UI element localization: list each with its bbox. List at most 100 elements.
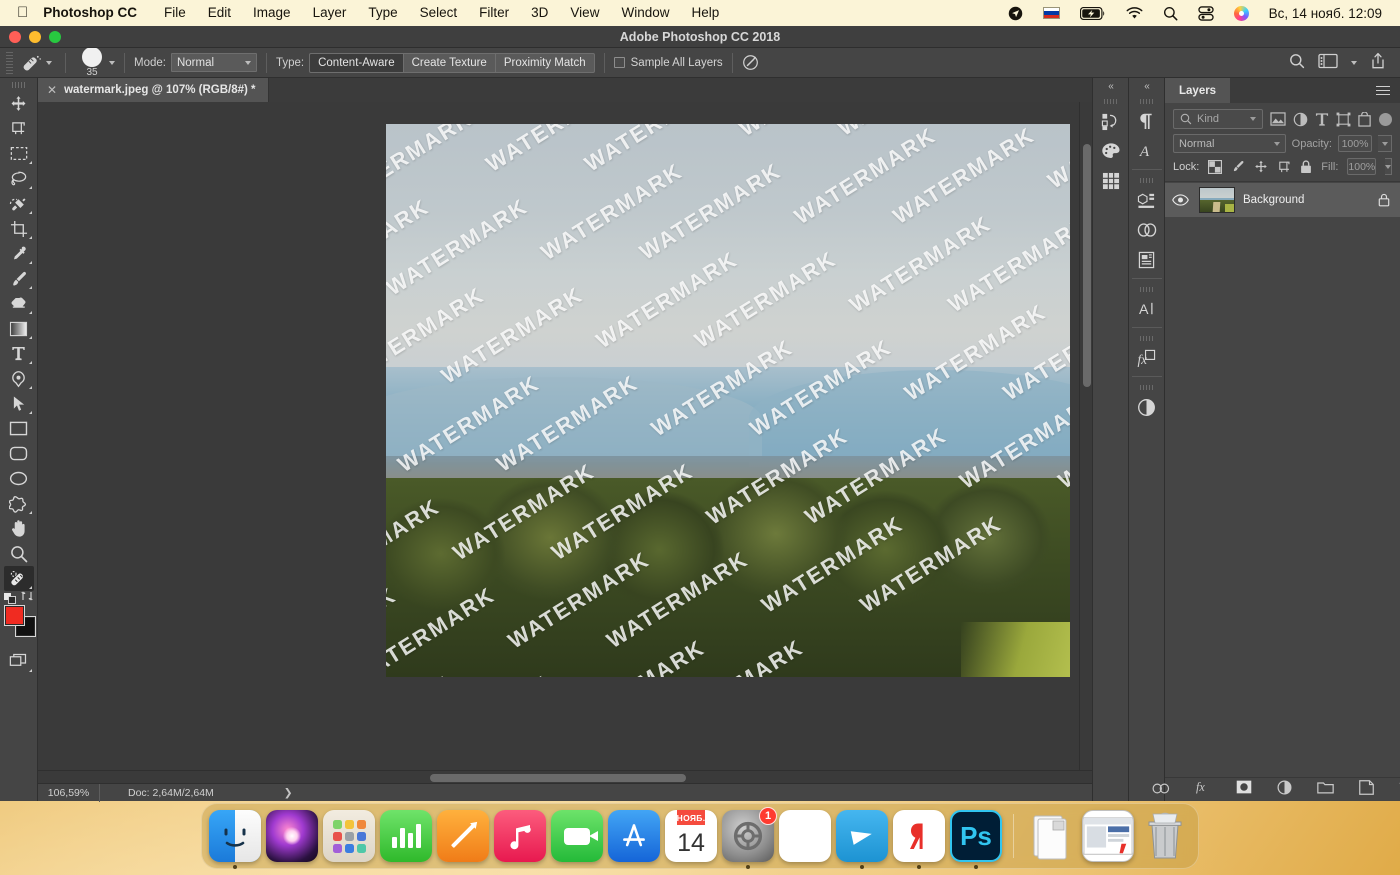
rail-grip[interactable] bbox=[1140, 99, 1153, 104]
rail-grip[interactable] bbox=[1140, 178, 1153, 183]
link-layers-icon[interactable] bbox=[1152, 781, 1170, 799]
spot-healing-brush-tool[interactable] bbox=[4, 566, 34, 591]
location-icon[interactable] bbox=[998, 0, 1033, 26]
shape-filter-icon[interactable] bbox=[1336, 112, 1351, 127]
dock-item-documents-stack[interactable] bbox=[1025, 810, 1077, 862]
dock-item-yandex-browser[interactable] bbox=[893, 810, 945, 862]
canvas-vertical-scrollbar[interactable] bbox=[1079, 102, 1092, 770]
swatches-grid-icon[interactable] bbox=[1096, 166, 1126, 196]
new-group-icon[interactable] bbox=[1317, 780, 1334, 799]
properties-icon[interactable] bbox=[1132, 245, 1162, 275]
panel-menu-icon[interactable] bbox=[1366, 78, 1400, 103]
rail-grip[interactable] bbox=[1140, 385, 1153, 390]
menu-file[interactable]: File bbox=[153, 0, 197, 26]
filter-toggle-icon[interactable] bbox=[1379, 113, 1392, 126]
lock-artboard-icon[interactable] bbox=[1277, 160, 1291, 174]
layer-thumbnail[interactable] bbox=[1199, 187, 1235, 213]
new-layer-icon[interactable] bbox=[1359, 780, 1374, 800]
dock-item-system-preferences[interactable]: 1 bbox=[722, 810, 774, 862]
vertical-scrollbar-thumb[interactable] bbox=[1083, 144, 1091, 387]
add-mask-icon[interactable] bbox=[1236, 780, 1252, 799]
wifi-icon[interactable] bbox=[1116, 0, 1153, 26]
menu-layer[interactable]: Layer bbox=[302, 0, 358, 26]
menu-filter[interactable]: Filter bbox=[468, 0, 520, 26]
chevron-right-icon[interactable]: ❯ bbox=[284, 787, 293, 799]
paragraph-icon[interactable] bbox=[1132, 106, 1162, 136]
lock-icon[interactable] bbox=[1378, 193, 1400, 207]
type-create-texture-button[interactable]: Create Texture bbox=[404, 53, 496, 73]
swap-colors-icon[interactable] bbox=[21, 590, 34, 605]
menu-image[interactable]: Image bbox=[242, 0, 302, 26]
zoom-level-field[interactable]: 106,59% bbox=[38, 784, 100, 802]
styles-fx-icon[interactable]: fx bbox=[1132, 343, 1162, 373]
menu-app-name[interactable]: Photoshop CC bbox=[41, 0, 153, 26]
apple-icon[interactable]:  bbox=[0, 0, 41, 26]
opacity-stepper-icon[interactable] bbox=[1378, 135, 1392, 152]
tab-layers[interactable]: Layers bbox=[1165, 78, 1230, 103]
dock-item-telegram[interactable] bbox=[836, 810, 888, 862]
sample-all-layers-checkbox[interactable]: Sample All Layers bbox=[614, 57, 723, 69]
tool-preset-chevron-icon[interactable] bbox=[46, 61, 52, 65]
glyphs-icon[interactable]: A bbox=[1132, 294, 1162, 324]
zoom-tool[interactable] bbox=[4, 541, 34, 566]
table-row[interactable]: Background bbox=[1165, 183, 1400, 217]
gradient-tool[interactable] bbox=[4, 316, 34, 341]
brush-preset-chevron-icon[interactable] bbox=[109, 61, 115, 65]
color-palette-icon[interactable] bbox=[1096, 136, 1126, 166]
canvas-horizontal-scrollbar[interactable] bbox=[38, 770, 1092, 783]
pixel-filter-icon[interactable] bbox=[1270, 112, 1286, 126]
artboard-tool[interactable] bbox=[4, 116, 34, 141]
path-selection-tool[interactable] bbox=[4, 391, 34, 416]
type-proximity-match-button[interactable]: Proximity Match bbox=[496, 53, 595, 73]
menu-type[interactable]: Type bbox=[357, 0, 408, 26]
crop-tool[interactable] bbox=[4, 216, 34, 241]
search-icon[interactable] bbox=[1289, 53, 1305, 72]
control-center-icon[interactable] bbox=[1188, 0, 1224, 26]
tablet-pressure-icon[interactable] bbox=[742, 54, 759, 71]
menu-edit[interactable]: Edit bbox=[197, 0, 242, 26]
custom-shape-tool[interactable] bbox=[4, 491, 34, 516]
rounded-rectangle-tool[interactable] bbox=[4, 441, 34, 466]
blend-mode-select[interactable]: Normal bbox=[171, 53, 257, 72]
menu-bar-clock[interactable]: Вс, 14 нояб. 12:09 bbox=[1259, 6, 1388, 21]
quick-selection-tool[interactable] bbox=[4, 191, 34, 216]
siri-icon[interactable] bbox=[1224, 0, 1259, 26]
rail-grip[interactable] bbox=[1140, 336, 1153, 341]
close-icon[interactable]: ✕ bbox=[47, 83, 57, 97]
opacity-value[interactable]: 100% bbox=[1338, 135, 1372, 152]
rectangle-tool[interactable] bbox=[4, 416, 34, 441]
chevron-down-icon[interactable] bbox=[1351, 61, 1357, 65]
layer-name[interactable]: Background bbox=[1243, 194, 1370, 206]
lock-image-icon[interactable] bbox=[1231, 160, 1245, 174]
dock-item-app-store[interactable] bbox=[608, 810, 660, 862]
dock-item-notes[interactable] bbox=[779, 810, 831, 862]
brush-tool[interactable] bbox=[4, 266, 34, 291]
options-bar-grip[interactable] bbox=[6, 52, 13, 74]
lasso-tool[interactable] bbox=[4, 166, 34, 191]
adjustments-icon[interactable] bbox=[1132, 392, 1162, 422]
dock-item-photoshop[interactable]: Ps bbox=[950, 810, 1002, 862]
filter-kind-select[interactable]: Kind bbox=[1173, 109, 1263, 129]
type-filter-icon[interactable] bbox=[1315, 112, 1329, 127]
lock-transparency-icon[interactable] bbox=[1208, 160, 1222, 174]
horizontal-scrollbar-thumb[interactable] bbox=[430, 774, 686, 782]
double-chevron-left-icon[interactable]: « bbox=[1108, 80, 1113, 94]
dock-item-music[interactable] bbox=[494, 810, 546, 862]
dock-item-launchpad[interactable] bbox=[323, 810, 375, 862]
eraser-tool[interactable] bbox=[4, 291, 34, 316]
foreground-color-swatch[interactable] bbox=[5, 606, 24, 625]
move-tool[interactable] bbox=[4, 91, 34, 116]
dock-item-calendar[interactable]: НОЯБ. 14 bbox=[665, 810, 717, 862]
document-tab[interactable]: ✕ watermark.jpeg @ 107% (RGB/8#) * bbox=[38, 78, 269, 102]
character-icon[interactable]: A bbox=[1132, 136, 1162, 166]
rail-grip[interactable] bbox=[1104, 99, 1117, 104]
add-fx-icon[interactable]: fx bbox=[1195, 780, 1211, 799]
menu-3d[interactable]: 3D bbox=[520, 0, 559, 26]
canvas-image[interactable]: WATERMARKWATERMARKWATERMARKWATERMARKWATE… bbox=[386, 124, 1070, 677]
dock-item-siri[interactable] bbox=[266, 810, 318, 862]
double-chevron-left-icon[interactable]: « bbox=[1144, 80, 1149, 94]
tools-panel-grip[interactable] bbox=[12, 82, 25, 88]
dock-item-keynote[interactable] bbox=[437, 810, 489, 862]
lock-position-icon[interactable] bbox=[1254, 160, 1268, 174]
hand-tool[interactable] bbox=[4, 516, 34, 541]
